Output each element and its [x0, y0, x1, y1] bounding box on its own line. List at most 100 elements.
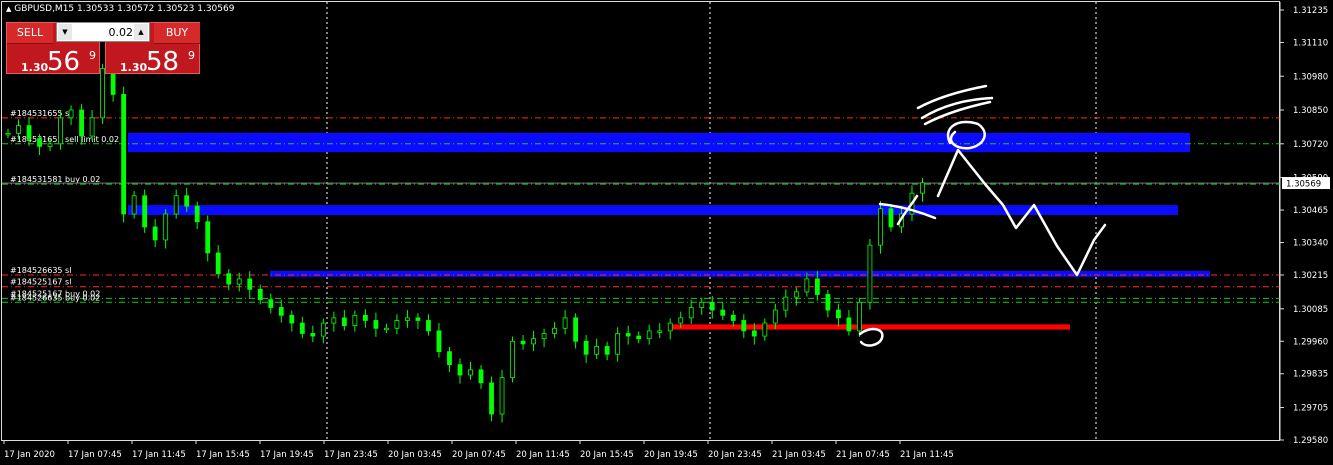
candle-body: [226, 273, 232, 285]
price-tick-label: 1.30850: [1293, 106, 1328, 116]
candle-body: [184, 195, 190, 207]
time-tick-label: 17 Jan 11:45: [132, 450, 186, 460]
time-tick-label: 20 Jan 23:45: [708, 450, 762, 460]
candle-body: [341, 317, 347, 327]
candle-body: [131, 195, 137, 215]
candle-body: [89, 117, 95, 137]
candle-body: [152, 226, 158, 241]
candle-body: [699, 301, 705, 308]
candle-body: [215, 252, 221, 275]
sell-button[interactable]: SELL: [7, 23, 53, 44]
candle-body: [636, 335, 642, 340]
candle-body: [320, 322, 326, 337]
candle-body: [667, 322, 673, 332]
time-tick-label: 17 Jan 15:45: [196, 450, 250, 460]
candle-body: [541, 333, 547, 340]
candle-body: [825, 294, 831, 311]
price-tick-label: 1.29835: [1293, 370, 1328, 380]
candle-body: [594, 346, 600, 355]
candle-body: [426, 320, 431, 332]
time-tick-label: 21 Jan 11:45: [900, 450, 954, 460]
candle-body: [205, 221, 211, 254]
candle-body: [730, 314, 736, 321]
candle-body: [236, 278, 242, 285]
time-tick-label: 17 Jan 23:45: [324, 450, 378, 460]
candle-body: [16, 125, 21, 134]
candle-body: [562, 317, 568, 329]
candle-body: [415, 317, 421, 321]
annotation-wave-3: [923, 100, 992, 126]
candle-body: [604, 346, 610, 355]
candle-body: [814, 278, 820, 295]
candle-body: [289, 314, 295, 324]
candle-body: [510, 340, 515, 379]
candle-body: [688, 307, 694, 319]
price-tick-label: 1.30720: [1293, 140, 1328, 150]
order-line-label: #184531655 sell limit 0.02: [10, 135, 119, 144]
candle-body: [867, 244, 873, 303]
time-tick-label: 20 Jan 15:45: [580, 450, 634, 460]
price-tick-label: 1.30980: [1293, 72, 1328, 82]
price-tick-label: 1.30340: [1293, 239, 1328, 249]
time-tick-label: 20 Jan 07:45: [452, 450, 506, 460]
annotation-circle-bottom: [858, 327, 884, 347]
buy-price[interactable]: 1.30 58 9: [106, 45, 199, 77]
candle-body: [384, 327, 389, 331]
candle-body: [720, 309, 726, 316]
price-tick-label: 1.29705: [1293, 404, 1328, 414]
candle-body: [299, 322, 305, 334]
candle-body: [793, 291, 799, 298]
price-tick-label: 1.30215: [1293, 271, 1328, 281]
order-line-label: #184526635 buy 0.02: [10, 293, 100, 302]
sell-price[interactable]: 1.30 56 9: [7, 45, 99, 77]
candle-body: [362, 314, 368, 321]
candle-body: [835, 309, 841, 319]
price-tick-label: 1.31235: [1293, 6, 1328, 16]
candle-body: [646, 330, 652, 340]
time-tick-label: 17 Jan 19:45: [260, 450, 314, 460]
candle-body: [615, 333, 621, 355]
time-tick-label: 21 Jan 07:45: [836, 450, 890, 460]
buy-button[interactable]: BUY: [154, 23, 200, 44]
collapse-triangle-icon[interactable]: ▲: [6, 5, 11, 13]
candle-body: [762, 322, 768, 337]
candle-body: [741, 320, 747, 332]
order-line-label: #184526635 sl: [10, 266, 71, 275]
candle-body: [447, 351, 452, 366]
candle-body: [478, 369, 484, 384]
price-tick-label: 1.29960: [1293, 337, 1328, 347]
candle-body: [857, 301, 862, 332]
candle-body: [888, 208, 894, 228]
candle-body: [489, 382, 494, 415]
candle-body: [468, 369, 473, 376]
zone-rectangle: [128, 132, 1190, 153]
candle-body: [100, 68, 106, 119]
zone-rectangle: [270, 270, 1210, 277]
candle-body: [26, 125, 32, 140]
candle-body: [47, 143, 53, 147]
candle-body: [531, 338, 536, 345]
candle-body: [783, 296, 789, 311]
candle-body: [394, 320, 400, 329]
time-tick-label: 20 Jan 11:45: [516, 450, 570, 460]
candle-body: [194, 205, 200, 223]
candle-body: [79, 109, 84, 137]
chevron-down-icon[interactable]: ▼: [58, 24, 72, 40]
chevron-up-icon[interactable]: ▲: [134, 24, 148, 40]
candle-body: [573, 317, 579, 342]
candle-body: [520, 340, 526, 345]
candle-body: [657, 330, 663, 333]
candle-body: [163, 213, 169, 241]
lot-size-input[interactable]: [73, 24, 135, 40]
candle-body: [499, 377, 505, 415]
order-line-label: #184525167 sl: [10, 278, 71, 287]
candle-body: [552, 327, 557, 334]
candle-body: [142, 195, 148, 228]
candle-body: [751, 330, 757, 337]
candle-body: [436, 330, 442, 353]
lot-size-stepper[interactable]: ▼ ▲: [56, 22, 150, 42]
candle-body: [37, 138, 42, 147]
zone-rectangle: [128, 205, 1178, 215]
candle-body: [5, 133, 11, 136]
candle-body: [373, 320, 379, 329]
